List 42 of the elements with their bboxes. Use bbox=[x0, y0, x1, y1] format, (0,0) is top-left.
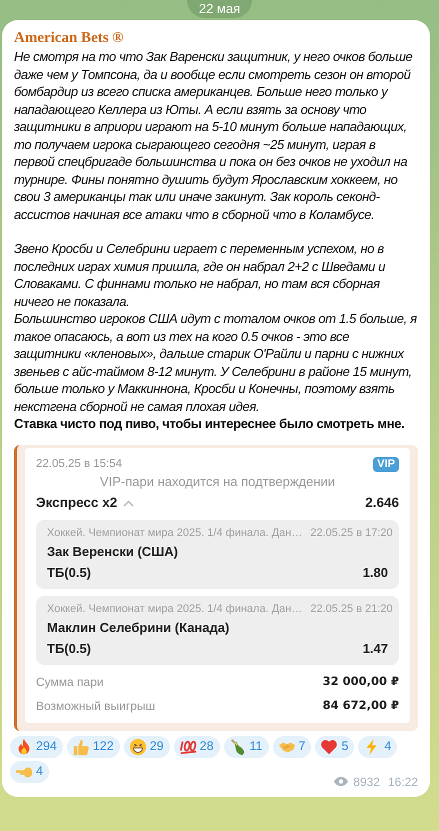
market-name: ТБ(0.5) bbox=[47, 640, 92, 658]
bet-timestamp: 22.05.25 в 15:54 bbox=[36, 457, 122, 472]
summary-label: Сумма пари bbox=[36, 674, 104, 690]
market-name: ТБ(0.5) bbox=[47, 564, 92, 582]
message-text: Большинство игроков США идут с тоталом очков от 1.5 больше, я такое опасаюсь, а вот из тех на кого 0.5 очков - это все защитники «кленовых», дальше старик О'Райли и парни с нижних звеньев с айс-таймом 8-12 минут. У Селебрини в районе 15 минут, больше только у Маккиннона, Кросби и Конечны, поэтому взять некстгена сборной не самая плохая идея. bbox=[14, 310, 418, 415]
reaction-chip[interactable]: 294 bbox=[10, 736, 63, 758]
vip-badge: VIP bbox=[373, 457, 399, 472]
smiley-icon bbox=[128, 738, 147, 756]
author-name: American Bets ® bbox=[14, 29, 125, 48]
thumbs-up-icon bbox=[72, 738, 90, 756]
message-time: 16:22 bbox=[388, 774, 418, 790]
message-text: Ставка чисто под пиво, чтобы интереснее было смотреть мне. bbox=[14, 415, 406, 433]
reaction-chip[interactable]: 5 bbox=[315, 736, 354, 758]
reaction-chip[interactable]: 7 bbox=[272, 736, 312, 758]
view-count: 8932 bbox=[353, 774, 380, 790]
chevron-up-icon[interactable] bbox=[123, 500, 134, 507]
message-text: Не смотря на то что Зак Варенски защитник, у него очков больше даже чем у Томпсона, да и вообще если смотреть сезон он второй бомбардир из всего списка американцев. Больше него только у нападающего Келлера из Юты. А если взять за основу что защитники в априори играют на 5-10 минут больше нападающих, то получаем игрока сыграющего сегодня ~25 минут, играя в первой спецбригаде большинства и пока он без очков не уходил на турнире. Фины понятно душить будут Ярославским хоккеем, но свои 3 американцы так или иначе закинут. Зак король секонд-ассистов начиная все атаки что в сборной что в Коламбусе. bbox=[14, 48, 414, 223]
player-name: Маклин Селебрини (Канада) bbox=[47, 618, 230, 637]
bet-title: Экспресс x2 bbox=[36, 494, 118, 512]
heart-icon bbox=[320, 738, 338, 756]
reaction-chip[interactable]: 28 bbox=[174, 736, 220, 758]
summary-value: 84 672,00 ₽ bbox=[322, 696, 399, 714]
league-name: Хоккей. Чемпионат мира 2025. 1/4 финала. Дан… bbox=[47, 602, 302, 616]
summary-value: 32 000,00 ₽ bbox=[322, 672, 399, 690]
total-odds: 2.646 bbox=[365, 494, 399, 512]
reaction-chip[interactable]: 122 bbox=[66, 736, 120, 758]
reaction-chip[interactable]: 29 bbox=[124, 736, 170, 758]
date-badge: 22 мая bbox=[186, 0, 252, 18]
player-name: Зак Веренски (США) bbox=[47, 542, 179, 561]
event-time: 22.05.25 в 21:20 bbox=[310, 602, 393, 616]
reaction-chip[interactable]: 4 bbox=[358, 736, 398, 758]
bottle-icon bbox=[228, 738, 247, 756]
bet-status: VIP-пари находится на подтверждении bbox=[98, 473, 336, 492]
summary-label: Возможный выигрыш bbox=[36, 698, 156, 714]
event-odds: 1.80 bbox=[362, 564, 388, 582]
event-odds: 1.47 bbox=[362, 640, 388, 658]
eye-icon bbox=[333, 776, 350, 787]
reaction-chip[interactable]: 4 bbox=[10, 760, 49, 782]
event-time: 22.05.25 в 17:20 bbox=[310, 526, 393, 540]
league-name: Хоккей. Чемпионат мира 2025. 1/4 финала. Дан… bbox=[47, 526, 302, 540]
message-text: Звено Кросби и Селебрини играет с переменным успехом, но в последних играх химия пришла, где он набрал 2+2 с Шведами и Словаками. С финнами только не набрал, но там вся сборная ничего не показала. bbox=[14, 240, 386, 310]
reaction-chip[interactable]: 11 bbox=[224, 736, 269, 758]
